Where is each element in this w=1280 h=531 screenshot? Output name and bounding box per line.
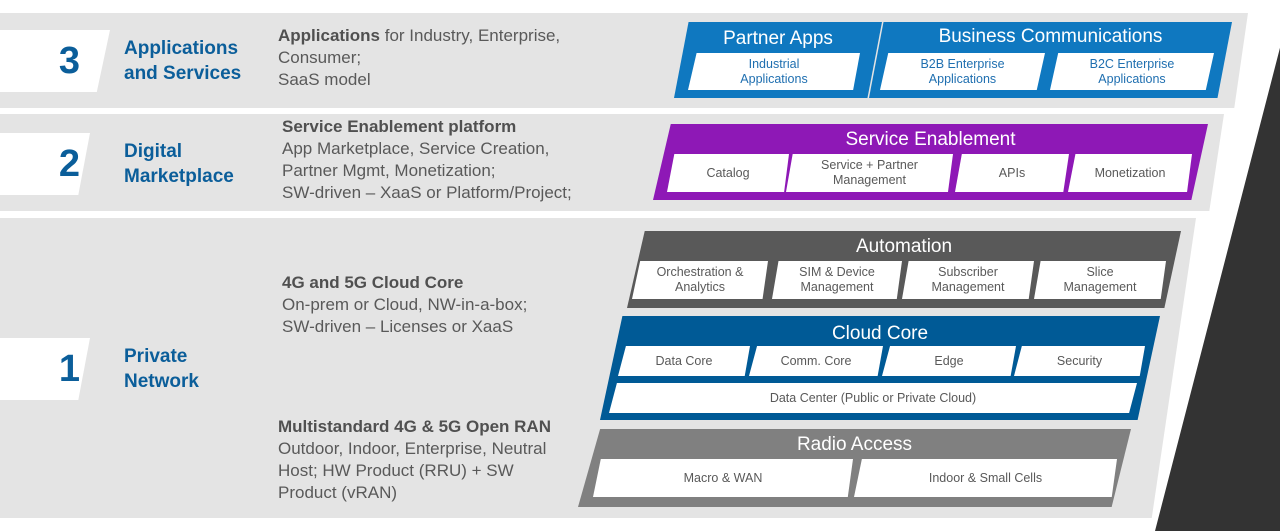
layer-title-line: Digital [124, 141, 183, 162]
desc-text: Host; HW Product (RRU) + SW [278, 461, 514, 480]
security-cell[interactable]: Security [1014, 346, 1145, 376]
layer-title-line: and Services [124, 63, 242, 84]
desc-text: App Marketplace, Service Creation, [282, 139, 550, 158]
desc-text: Consumer; [278, 48, 362, 67]
layer-title-line: Private [124, 346, 188, 367]
desc-heading: 4G and 5G Cloud Core [282, 273, 464, 292]
desc-text: SW-driven – XaaS or Platform/Project; [282, 183, 572, 202]
desc-text: Product (vRAN) [278, 483, 398, 502]
layer-3-description: Applications for Industry, Enterprise, C… [278, 25, 560, 91]
macro-wan-cell[interactable]: Macro & WAN [593, 459, 853, 497]
layer-title-line: Network [124, 371, 199, 392]
layer-3-number: 3 [0, 30, 110, 92]
data-core-cell[interactable]: Data Core [618, 346, 750, 376]
layer-number-text: 3 [58, 39, 80, 82]
desc-heading: Applications [278, 26, 381, 45]
radio-access-title: Radio Access [796, 434, 913, 455]
open-ran-description: Multistandard 4G & 5G Open RAN Outdoor, … [278, 416, 551, 504]
layer-1-number: 1 [0, 338, 90, 400]
layer-title-line: Applications [124, 38, 239, 59]
desc-text: SaaS model [278, 70, 371, 89]
slice-management-cell[interactable]: Slice Management [1034, 261, 1166, 299]
edge-cell[interactable]: Edge [882, 346, 1016, 376]
desc-text: for Industry, Enterprise, [380, 26, 561, 45]
comm-core-cell[interactable]: Comm. Core [749, 346, 883, 376]
desc-text: Outdoor, Indoor, Enterprise, Neutral [278, 439, 547, 458]
layer-number-text: 1 [58, 347, 80, 390]
desc-heading: Service Enablement platform [282, 117, 517, 136]
partner-apps-title: Partner Apps [723, 28, 833, 49]
sim-device-management-cell[interactable]: SIM & Device Management [772, 261, 902, 299]
service-enablement-title: Service Enablement [845, 129, 1016, 150]
desc-heading: Multistandard 4G & 5G Open RAN [278, 417, 551, 436]
service-partner-management-cell[interactable]: Service + Partner Management [786, 154, 953, 192]
data-center-cell[interactable]: Data Center (Public or Private Cloud) [609, 383, 1137, 413]
layer-1-title: Private Network [124, 344, 199, 394]
cloud-core-title: Cloud Core [831, 323, 929, 344]
automation-title: Automation [855, 236, 953, 257]
subscriber-management-cell[interactable]: Subscriber Management [902, 261, 1034, 299]
layer-2-title: Digital Marketplace [124, 139, 234, 189]
orchestration-analytics-cell[interactable]: Orchestration & Analytics [632, 261, 768, 299]
b2c-enterprise-applications-cell[interactable]: B2C Enterprise Applications [1050, 53, 1214, 90]
business-communications-title: Business Communications [938, 26, 1163, 47]
layer-title-line: Marketplace [124, 166, 234, 187]
apis-cell[interactable]: APIs [955, 154, 1069, 192]
layer-number-text: 2 [58, 142, 80, 185]
desc-text: Partner Mgmt, Monetization; [282, 161, 496, 180]
layer-2-description: Service Enablement platform App Marketpl… [282, 116, 572, 204]
desc-text: SW-driven – Licenses or XaaS [282, 317, 514, 336]
monetization-cell[interactable]: Monetization [1068, 154, 1192, 192]
catalog-cell[interactable]: Catalog [667, 154, 789, 192]
b2b-enterprise-applications-cell[interactable]: B2B Enterprise Applications [880, 53, 1045, 90]
indoor-small-cells-cell[interactable]: Indoor & Small Cells [854, 459, 1117, 497]
desc-text: On-prem or Cloud, NW-in-a-box; [282, 295, 528, 314]
cloud-core-description: 4G and 5G Cloud Core On-prem or Cloud, N… [282, 272, 527, 338]
layer-3-title: Applications and Services [124, 36, 241, 86]
industrial-applications-cell[interactable]: Industrial Applications [688, 53, 860, 90]
layer-2-number: 2 [0, 133, 90, 195]
